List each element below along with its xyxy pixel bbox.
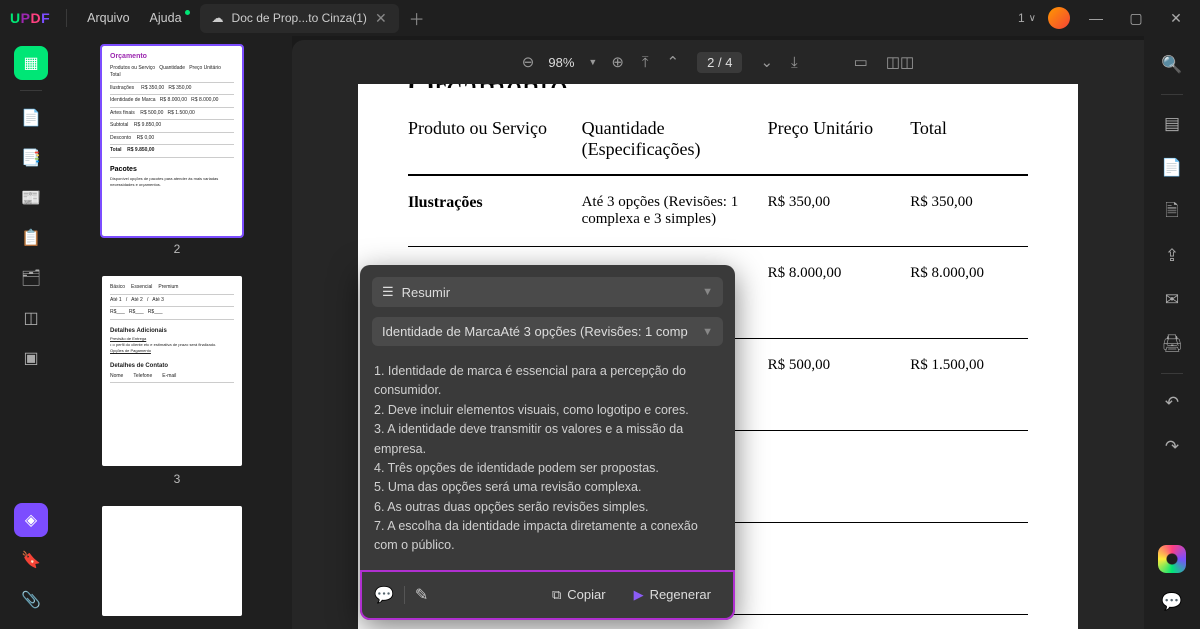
bookmark-tool[interactable]: 🔖 xyxy=(14,543,48,577)
sidebar-left: ▦ 📄 📑 📰 📋 🗂 ◫ ▣ ◈ 🔖 📎 xyxy=(0,36,62,629)
ai-action-select[interactable]: ☰ Resumir ▼ xyxy=(372,277,723,307)
chat-icon[interactable]: 💬 xyxy=(1157,587,1187,617)
tool-r2[interactable]: 🗎 xyxy=(1157,197,1187,227)
menu-help[interactable]: Ajuda xyxy=(140,7,192,29)
thumbnail-label-2: 2 xyxy=(102,242,252,256)
thumbnail-page-3[interactable]: BásicoEssencialPremium Até 1 / Até 2 / A… xyxy=(102,276,242,466)
table-row: Ilustrações Até 3 opções (Revisões: 1 co… xyxy=(408,175,1028,247)
send-icon: ▶ xyxy=(634,587,644,603)
thumbnail-panel: Orçamento Produtos ou Serviço Quantidade… xyxy=(62,36,292,629)
tool-6[interactable]: ◫ xyxy=(14,301,48,335)
ai-footer: 💬 ✎ ⧉ Copiar ▶ Regenerar xyxy=(360,570,735,620)
tool-7[interactable]: ▣ xyxy=(14,341,48,375)
last-page-button[interactable]: ⤓ xyxy=(791,54,798,71)
tool-2[interactable]: 📑 xyxy=(14,141,48,175)
zoom-out-button[interactable]: ⊖ xyxy=(522,53,535,71)
ai-popup: ☰ Resumir ▼ Identidade de MarcaAté 3 opç… xyxy=(360,265,735,620)
next-page-button[interactable]: ⌄ xyxy=(760,53,773,71)
th-unit: Preço Unitário xyxy=(768,102,911,175)
close-window-button[interactable]: ✕ xyxy=(1162,4,1190,32)
minimize-button[interactable]: — xyxy=(1082,4,1110,32)
zoom-dropdown[interactable]: ▼ xyxy=(588,57,597,67)
undo-icon[interactable]: ↶ xyxy=(1157,388,1187,418)
print-icon[interactable]: 🖨 xyxy=(1157,329,1187,359)
ai-context-select[interactable]: Identidade de MarcaAté 3 opções (Revisõe… xyxy=(372,317,723,346)
comment-icon[interactable]: 💬 xyxy=(374,585,394,605)
first-page-button[interactable]: ⤒ xyxy=(642,54,649,71)
zoom-percent[interactable]: 98% xyxy=(548,55,574,70)
user-badge[interactable]: 1 ∨ xyxy=(1018,11,1036,25)
thumbnail-label-3: 3 xyxy=(102,472,252,486)
tool-1[interactable]: 📄 xyxy=(14,101,48,135)
zoom-in-button[interactable]: ⊕ xyxy=(611,53,624,71)
list-icon: ☰ xyxy=(382,284,394,300)
regenerate-button[interactable]: ▶ Regenerar xyxy=(624,582,721,608)
app-logo: UPDF xyxy=(10,10,50,26)
thumbnails-tool[interactable]: ▦ xyxy=(14,46,48,80)
tool-r1[interactable]: 📄 xyxy=(1157,153,1187,183)
add-tab-button[interactable]: ＋ xyxy=(409,6,425,30)
chevron-down-icon: ▼ xyxy=(702,326,713,338)
attachment-tool[interactable]: 📎 xyxy=(14,583,48,617)
ai-assistant-button[interactable] xyxy=(1158,545,1186,573)
view-mode-button[interactable]: ◫◫ xyxy=(886,53,914,71)
presentation-button[interactable]: ▭ xyxy=(854,53,868,71)
cloud-icon: ☁ xyxy=(212,11,224,25)
user-avatar[interactable] xyxy=(1048,7,1070,29)
prev-page-button[interactable]: ⌃ xyxy=(667,53,680,71)
copy-icon: ⧉ xyxy=(552,587,561,603)
copy-button[interactable]: ⧉ Copiar xyxy=(542,582,616,608)
page-indicator[interactable]: 2 / 4 xyxy=(697,52,742,73)
share-icon[interactable]: ⇪ xyxy=(1157,241,1187,271)
thumbnail-page-2[interactable]: Orçamento Produtos ou Serviço Quantidade… xyxy=(102,46,242,236)
tool-5[interactable]: 🗂 xyxy=(14,261,48,295)
th-total: Total xyxy=(910,102,1028,175)
ai-summary-body: 1. Identidade de marca é essencial para … xyxy=(372,356,723,558)
thumbnail-page-4[interactable] xyxy=(102,506,242,616)
document-tab[interactable]: ☁ Doc de Prop...to Cinza(1) ✕ xyxy=(200,4,399,33)
tool-4[interactable]: 📋 xyxy=(14,221,48,255)
th-product: Produto ou Serviço xyxy=(408,102,582,175)
sidebar-right: 🔍 ▤ 📄 🗎 ⇪ ✉ 🖨 ↶ ↷ 💬 xyxy=(1144,36,1200,629)
tab-title: Doc de Prop...to Cinza(1) xyxy=(232,11,367,25)
menu-file[interactable]: Arquivo xyxy=(77,7,139,29)
highlight-icon[interactable]: ✎ xyxy=(415,585,428,605)
doc-title: Orçamento xyxy=(408,84,1028,88)
tool-3[interactable]: 📰 xyxy=(14,181,48,215)
mail-icon[interactable]: ✉ xyxy=(1157,285,1187,315)
th-qty: Quantidade (Especificações) xyxy=(582,102,768,175)
ocr-icon[interactable]: ▤ xyxy=(1157,109,1187,139)
maximize-button[interactable]: ▢ xyxy=(1122,4,1150,32)
search-icon[interactable]: 🔍 xyxy=(1157,50,1187,80)
redo-icon[interactable]: ↷ xyxy=(1157,432,1187,462)
close-tab-icon[interactable]: ✕ xyxy=(375,10,387,27)
viewer-toolbar: ⊖ 98% ▼ ⊕ ⤒ ⌃ 2 / 4 ⌄ ⤓ ▭ ◫◫ xyxy=(292,40,1144,84)
chevron-down-icon: ▼ xyxy=(702,286,713,298)
layers-tool[interactable]: ◈ xyxy=(14,503,48,537)
divider xyxy=(66,9,67,27)
titlebar: UPDF Arquivo Ajuda ☁ Doc de Prop...to Ci… xyxy=(0,0,1200,36)
